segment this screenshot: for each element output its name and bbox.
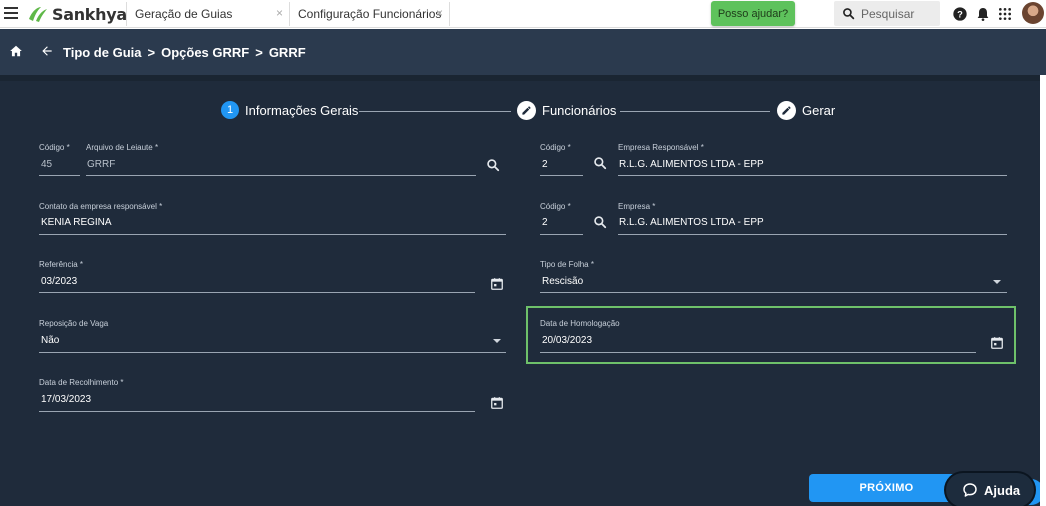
codigo-empresa-resp-label: Código * bbox=[540, 143, 571, 152]
codigo-underline bbox=[39, 175, 80, 176]
empresa-label: Empresa * bbox=[618, 202, 656, 211]
tipo-folha-underline bbox=[540, 292, 1007, 293]
breadcrumb: Tipo de Guia > Opções GRRF > GRRF bbox=[63, 45, 306, 60]
codigo-field[interactable]: 45 bbox=[41, 159, 52, 170]
chevron-down-icon[interactable] bbox=[993, 280, 1001, 284]
search-icon[interactable] bbox=[486, 158, 500, 172]
right-edge-strip bbox=[1040, 75, 1046, 506]
breadcrumb-bar: Tipo de Guia > Opções GRRF > GRRF bbox=[0, 29, 1046, 75]
close-icon[interactable]: × bbox=[436, 6, 443, 20]
tab-label: Geração de Guias bbox=[135, 7, 233, 21]
empresa-resp-label: Empresa Responsável * bbox=[618, 143, 704, 152]
arquivo-underline bbox=[86, 175, 476, 176]
step-gerar[interactable]: Gerar bbox=[777, 101, 835, 120]
bell-icon[interactable] bbox=[975, 6, 991, 22]
tab-geracao-de-guias[interactable]: Geração de Guias × bbox=[126, 2, 290, 26]
next-button[interactable]: PRÓXIMO bbox=[809, 474, 964, 502]
contato-field[interactable]: KENIA REGINA bbox=[41, 217, 112, 228]
top-bar: Sankhya Geração de Guias × Configuração … bbox=[0, 0, 1046, 28]
chat-bubble-icon bbox=[963, 483, 977, 497]
back-arrow-icon[interactable] bbox=[40, 44, 54, 58]
tab-label: Configuração Funcionários bbox=[298, 7, 442, 21]
user-avatar[interactable] bbox=[1022, 2, 1044, 24]
form-panel: 1 Informações Gerais Funcionários Gerar … bbox=[0, 75, 1044, 506]
tab-configuracao-funcionarios[interactable]: Configuração Funcionários × bbox=[290, 2, 450, 26]
step-connector bbox=[620, 111, 770, 112]
search-icon[interactable] bbox=[593, 156, 607, 170]
ajuda-label: Ajuda bbox=[984, 482, 1021, 498]
recolhimento-underline bbox=[39, 411, 475, 412]
homologacao-underline bbox=[540, 352, 976, 353]
chevron-down-icon[interactable] bbox=[493, 339, 501, 343]
codigo-empresa-resp-underline bbox=[540, 175, 583, 176]
search-input[interactable]: Pesquisar bbox=[834, 1, 940, 26]
step-number-badge: 1 bbox=[221, 101, 239, 119]
ajuda-button[interactable]: Ajuda bbox=[946, 473, 1034, 506]
contato-underline bbox=[39, 234, 506, 235]
reposicao-label: Reposição de Vaga bbox=[39, 319, 109, 328]
arquivo-field[interactable]: GRRF bbox=[87, 159, 115, 170]
brand-logo[interactable]: Sankhya bbox=[27, 4, 127, 24]
help-icon[interactable]: ? bbox=[952, 6, 968, 22]
reposicao-select[interactable]: Não bbox=[41, 335, 59, 346]
home-icon[interactable] bbox=[9, 44, 23, 58]
breadcrumb-item-tipo-de-guia[interactable]: Tipo de Guia bbox=[63, 45, 142, 60]
menu-icon[interactable] bbox=[4, 7, 18, 19]
help-chip-button[interactable]: Posso ajudar? bbox=[711, 1, 795, 26]
apps-grid-icon[interactable] bbox=[997, 6, 1013, 22]
calendar-icon[interactable] bbox=[990, 336, 1004, 350]
homologacao-highlight-box bbox=[526, 306, 1016, 364]
step-label: Funcionários bbox=[542, 103, 617, 118]
svg-text:?: ? bbox=[957, 9, 963, 19]
recolhimento-field[interactable]: 17/03/2023 bbox=[41, 394, 91, 405]
breadcrumb-separator: > bbox=[147, 45, 156, 60]
empresa-field[interactable]: R.L.G. ALIMENTOS LTDA - EPP bbox=[619, 217, 764, 228]
pencil-icon bbox=[777, 101, 796, 120]
tipo-folha-select[interactable]: Rescisão bbox=[542, 276, 583, 287]
arquivo-label: Arquivo de Leiaute * bbox=[86, 143, 159, 152]
search-icon bbox=[843, 8, 855, 20]
calendar-icon[interactable] bbox=[490, 277, 504, 291]
tipo-folha-label: Tipo de Folha * bbox=[540, 260, 594, 269]
calendar-icon[interactable] bbox=[490, 396, 504, 410]
codigo-empresa-resp-field[interactable]: 2 bbox=[542, 159, 548, 170]
sankhya-logo-icon bbox=[29, 7, 47, 22]
close-icon[interactable]: × bbox=[276, 6, 283, 20]
breadcrumb-item-opcoes-grrf[interactable]: Opções GRRF bbox=[161, 45, 249, 60]
step-informacoes-gerais[interactable]: 1 Informações Gerais bbox=[221, 101, 358, 119]
empresa-underline bbox=[618, 234, 1007, 235]
pencil-icon bbox=[517, 101, 536, 120]
breadcrumb-item-grrf: GRRF bbox=[268, 45, 306, 60]
step-connector bbox=[359, 111, 511, 112]
search-icon[interactable] bbox=[593, 215, 607, 229]
contato-label: Contato da empresa responsável * bbox=[39, 202, 163, 211]
codigo-empresa-underline bbox=[540, 234, 583, 235]
step-label: Gerar bbox=[802, 103, 836, 118]
empresa-resp-underline bbox=[618, 175, 1007, 176]
step-label: Informações Gerais bbox=[245, 102, 359, 118]
referencia-underline bbox=[39, 292, 475, 293]
homologacao-field[interactable]: 20/03/2023 bbox=[542, 335, 592, 346]
empresa-resp-field[interactable]: R.L.G. ALIMENTOS LTDA - EPP bbox=[619, 159, 764, 170]
referencia-field[interactable]: 03/2023 bbox=[41, 276, 77, 287]
breadcrumb-separator: > bbox=[255, 45, 263, 60]
reposicao-underline bbox=[39, 352, 506, 353]
brand-name: Sankhya bbox=[52, 4, 127, 24]
step-funcionarios[interactable]: Funcionários bbox=[517, 101, 616, 120]
codigo-label: Código * bbox=[39, 143, 70, 152]
homologacao-label: Data de Homologação bbox=[540, 319, 620, 328]
recolhimento-label: Data de Recolhimento * bbox=[39, 378, 124, 387]
search-placeholder: Pesquisar bbox=[861, 6, 915, 21]
referencia-label: Referência * bbox=[39, 260, 84, 269]
codigo-empresa-field[interactable]: 2 bbox=[542, 217, 548, 228]
codigo-empresa-label: Código * bbox=[540, 202, 571, 211]
